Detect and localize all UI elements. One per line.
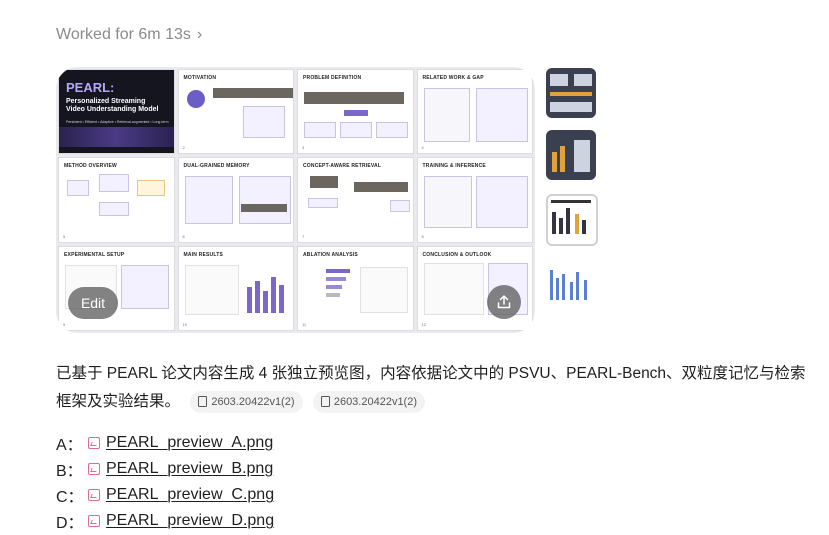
slide-problem-definition: PROBLEM DEFINITION 3 xyxy=(297,69,414,155)
slide-conclusion: CONCLUSION & OUTLOOK 12 xyxy=(416,245,533,331)
slide-title: CONCEPT-AWARE RETRIEVAL xyxy=(303,163,382,170)
slide-motivation: MOTIVATION 2 xyxy=(177,69,294,155)
video-strip xyxy=(354,182,408,193)
slide-title: METHOD OVERVIEW xyxy=(64,163,117,170)
diagram-box xyxy=(99,202,129,217)
file-link[interactable]: PEARL_preview_C.png xyxy=(106,486,274,504)
video-strip xyxy=(310,176,338,189)
slide-title: PROBLEM DEFINITION xyxy=(303,75,362,81)
share-upload-icon xyxy=(497,295,511,309)
slide-training-inference: TRAINING & INFERENCE 8 xyxy=(416,157,533,243)
image-file-icon xyxy=(88,489,100,501)
bar xyxy=(326,268,350,273)
file-label: D： xyxy=(56,515,84,532)
diagram-box xyxy=(67,180,89,197)
bar xyxy=(278,284,284,313)
results-table xyxy=(184,264,239,315)
citation-chip[interactable]: 2603.20422v1(2) xyxy=(190,390,303,413)
image-file-icon xyxy=(88,515,100,527)
diagram-box xyxy=(423,88,470,142)
file-item: C： PEARL_preview_C.png xyxy=(56,482,274,508)
diagram-box xyxy=(137,180,165,197)
bar xyxy=(262,290,268,313)
slide-title: MOTIVATION xyxy=(183,75,217,81)
diagram-box xyxy=(390,200,410,213)
edit-button[interactable]: Edit xyxy=(68,287,118,319)
citation-label: 2603.20422v1(2) xyxy=(211,395,295,408)
slide-concept-retrieval: CONCEPT-AWARE RETRIEVAL 7 xyxy=(297,157,414,243)
diagram-box xyxy=(238,176,291,225)
cover-band xyxy=(59,127,174,148)
thumbnail-4[interactable] xyxy=(546,260,596,310)
file-link[interactable]: PEARL_preview_D.png xyxy=(106,512,274,530)
slide-title: RELATED WORK & GAP xyxy=(422,75,484,81)
diagram-box xyxy=(423,262,484,315)
slide-related-work: RELATED WORK & GAP 4 xyxy=(416,69,533,155)
diagram-box xyxy=(475,88,528,142)
bar xyxy=(246,286,252,313)
thumbnail-1[interactable] xyxy=(546,68,596,118)
diagram-box xyxy=(344,110,368,116)
file-list: A： PEARL_preview_A.png B： PEARL_preview_… xyxy=(56,430,274,534)
file-label: A： xyxy=(56,437,83,454)
video-strip xyxy=(212,88,293,98)
cover-tagline: Persistent • Efficient • Adaptive • Retr… xyxy=(66,120,169,124)
image-file-icon xyxy=(88,437,100,449)
file-item: A： PEARL_preview_A.png xyxy=(56,430,274,456)
slide-dual-grained-memory: DUAL-GRAINED MEMORY 6 xyxy=(177,157,294,243)
slides-preview[interactable]: PEARL: Personalized Streaming Video Unde… xyxy=(56,67,535,333)
citation-label: 2603.20422v1(2) xyxy=(333,395,418,408)
slide-title: TRAINING & INFERENCE xyxy=(422,163,486,170)
worked-label: Worked for 6m 13s xyxy=(56,26,191,43)
bar xyxy=(326,276,346,281)
worked-status[interactable]: Worked for 6m 13s › xyxy=(56,26,202,44)
file-label: B： xyxy=(56,463,83,480)
bar xyxy=(326,284,342,289)
thumbnail-2[interactable] xyxy=(546,130,596,180)
cover-subtitle: Personalized Streaming Video Understandi… xyxy=(66,98,159,113)
diagram-box xyxy=(121,264,169,309)
message-text: 已基于 PEARL 论文内容生成 4 张独立预览图，内容依据论文中的 PSVU、… xyxy=(56,365,806,410)
video-strip xyxy=(304,92,404,104)
diagram-box xyxy=(475,176,528,229)
line-chart xyxy=(360,266,408,313)
video-strip xyxy=(240,204,287,213)
slide-ablation-analysis: ABLATION ANALYSIS 11 xyxy=(297,245,414,331)
diagram-box xyxy=(99,174,129,193)
diagram-box xyxy=(376,122,408,138)
diagram-box xyxy=(304,122,336,138)
document-icon xyxy=(198,396,208,408)
thumbnail-3-selected[interactable] xyxy=(546,194,598,246)
slide-method-overview: METHOD OVERVIEW 5 xyxy=(58,157,175,243)
slide-title: EXPERIMENTAL SETUP xyxy=(64,251,125,258)
slide-title: CONCLUSION & OUTLOOK xyxy=(422,251,492,258)
slide-title: ABLATION ANALYSIS xyxy=(303,251,358,258)
slide-title: DUAL-GRAINED MEMORY xyxy=(183,163,250,170)
slide-cover: PEARL: Personalized Streaming Video Unde… xyxy=(58,69,175,155)
user-avatar-icon xyxy=(186,90,205,108)
chevron-right-icon: › xyxy=(196,26,203,43)
file-label: C： xyxy=(56,489,84,506)
citation-chip[interactable]: 2603.20422v1(2) xyxy=(312,390,426,413)
file-item: B： PEARL_preview_B.png xyxy=(56,456,274,482)
bar xyxy=(254,280,260,313)
cover-title: PEARL: xyxy=(66,80,115,95)
assistant-message: 已基于 PEARL 论文内容生成 4 张独立预览图，内容依据论文中的 PSVU、… xyxy=(56,360,816,416)
share-button[interactable] xyxy=(487,285,521,319)
file-link[interactable]: PEARL_preview_B.png xyxy=(106,460,273,478)
slide-main-results: MAIN RESULTS 10 xyxy=(177,245,294,331)
file-link[interactable]: PEARL_preview_A.png xyxy=(106,434,273,452)
slide-title: MAIN RESULTS xyxy=(183,251,224,258)
diagram-box xyxy=(308,198,338,209)
diagram-box xyxy=(184,176,233,225)
image-file-icon xyxy=(88,463,100,475)
slides-grid: PEARL: Personalized Streaming Video Unde… xyxy=(58,69,533,331)
diagram-box xyxy=(242,106,285,138)
bar xyxy=(270,276,276,313)
file-item: D： PEARL_preview_D.png xyxy=(56,508,274,534)
diagram-box xyxy=(340,122,372,138)
diagram-box xyxy=(423,176,472,229)
bar xyxy=(326,292,340,297)
document-icon xyxy=(320,396,330,408)
